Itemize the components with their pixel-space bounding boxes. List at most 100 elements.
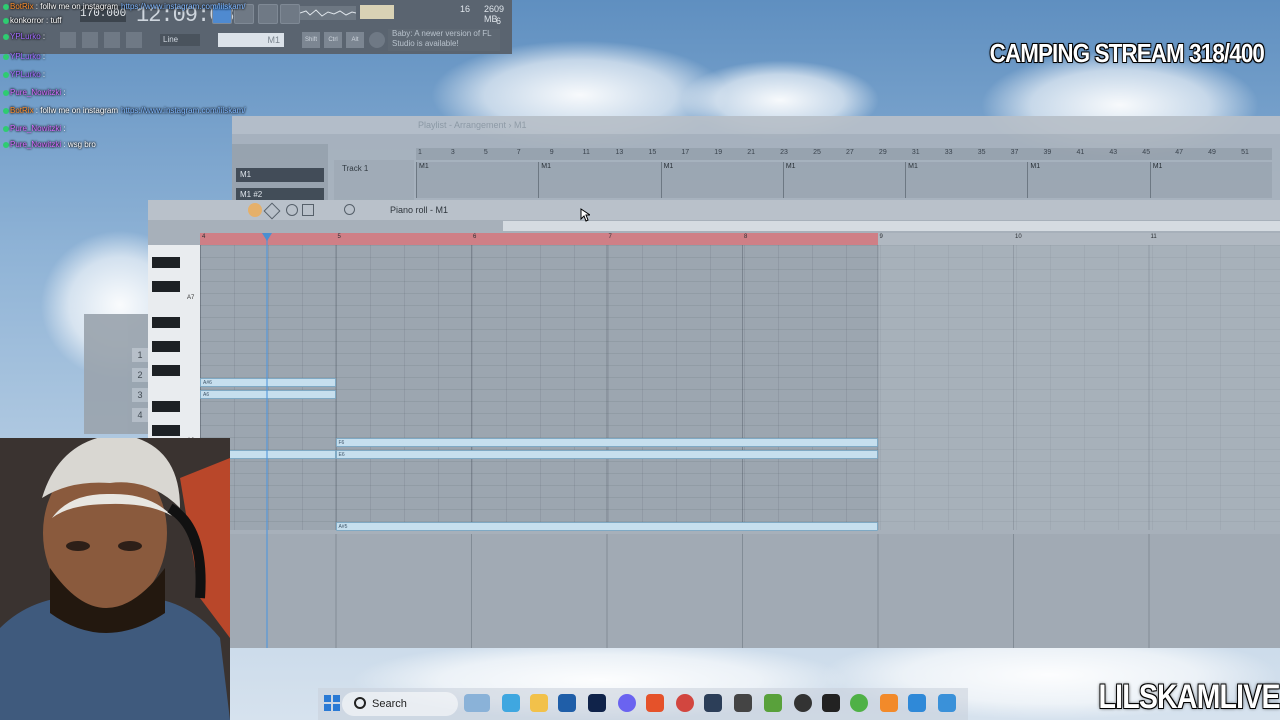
windows-start-icon[interactable]	[324, 695, 340, 711]
utorrent-icon[interactable]	[850, 694, 868, 712]
photoshop-icon[interactable]	[588, 694, 606, 712]
pattern-item[interactable]: M1	[236, 168, 324, 182]
alt-button[interactable]: Alt	[346, 32, 364, 48]
mic-icon[interactable]	[126, 32, 142, 48]
playlist-title: Playlist - Arrangement › M1	[418, 120, 527, 130]
delete-tool-icon[interactable]	[286, 204, 298, 216]
chat-message: BotRix : follw me on instagram https://ww…	[3, 2, 246, 11]
piano-roll-scrollbar[interactable]	[503, 221, 1280, 231]
note-label: E6	[338, 452, 345, 458]
playlist-clip[interactable]: M1	[538, 162, 659, 198]
play-icon[interactable]	[104, 32, 120, 48]
piano-roll-toolbar[interactable]: Piano roll - M1	[148, 200, 1280, 220]
snipping-tool-icon[interactable]	[908, 694, 926, 712]
black-key[interactable]	[152, 281, 180, 292]
widgets-icon[interactable]	[464, 694, 490, 712]
capcut-icon[interactable]	[822, 694, 840, 712]
ruler-tick: 39	[1043, 149, 1052, 156]
black-key[interactable]	[152, 365, 180, 376]
online-icon[interactable]	[369, 32, 385, 48]
black-key[interactable]	[152, 341, 180, 352]
note-grid[interactable]: A#6A6F6E6E6A#5	[200, 245, 1280, 531]
file-explorer-icon[interactable]	[530, 694, 548, 712]
shift-button[interactable]: Shift	[302, 32, 320, 48]
velocity-panel[interactable]	[200, 534, 1280, 648]
playlist-ruler[interactable]: 1 3 5 7 9 11 13 15 17 19 21 23 25 27 29 31 33 35 37 39 41 43 4…	[416, 148, 1272, 160]
black-key[interactable]	[152, 425, 180, 436]
master-volume-meter[interactable]	[360, 5, 394, 19]
chat-username: Pure_Nowitzki	[10, 88, 62, 97]
playlist-clip[interactable]: M1	[1027, 162, 1148, 198]
chat-link[interactable]: https://www.instagram.com/lilskam/	[121, 106, 245, 115]
ruler-tick: 45	[1142, 149, 1151, 156]
pattern-selector[interactable]: M1	[218, 33, 284, 47]
channel-button[interactable]: 1	[132, 348, 148, 362]
snap-icon[interactable]	[60, 32, 76, 48]
playlist-clip[interactable]: M1	[660, 162, 782, 198]
steam-icon[interactable]	[704, 694, 722, 712]
chat-username: YPLurko	[10, 32, 41, 41]
draw-tool-icon[interactable]	[248, 203, 262, 217]
waveform-monitor	[299, 6, 357, 20]
track-header[interactable]: Track 1	[334, 160, 414, 200]
ruler-tick: 13	[615, 149, 624, 156]
metronome-button[interactable]	[280, 4, 300, 24]
hint-title: Baby	[392, 29, 411, 38]
4k-downloader-icon[interactable]	[794, 694, 812, 712]
ctrl-button[interactable]: Ctrl	[324, 32, 342, 48]
channel-button[interactable]: 4	[132, 408, 148, 422]
mixer-icon[interactable]	[82, 32, 98, 48]
store-icon[interactable]	[558, 694, 576, 712]
chat-username: Pure_Nowitzki	[10, 140, 62, 149]
black-key[interactable]	[152, 401, 180, 412]
playhead-marker-icon[interactable]	[262, 233, 272, 241]
midi-note[interactable]: F6	[335, 438, 878, 447]
ruler-tick: 23	[780, 149, 788, 156]
fl-studio-icon[interactable]	[880, 694, 898, 712]
chat-badge-icon	[3, 125, 9, 132]
playlist-titlebar[interactable]: Playlist - Arrangement › M1	[232, 116, 1280, 134]
minecraft-icon[interactable]	[764, 694, 782, 712]
midi-note[interactable]: E6	[335, 450, 878, 459]
windows-taskbar: Search	[318, 688, 968, 720]
midi-note[interactable]: A#5	[335, 522, 878, 531]
ruler-tick: 7	[608, 234, 612, 240]
stream-title: CAMPING STREAM 318/400	[989, 38, 1265, 68]
playlist-clip[interactable]: M1	[782, 162, 904, 198]
pattern-picker: M1 M1 #2	[232, 144, 328, 206]
chat-username: BotRix	[10, 2, 34, 11]
chrome-icon[interactable]	[676, 694, 694, 712]
app-icon[interactable]	[734, 694, 752, 712]
channel-button[interactable]: 3	[132, 388, 148, 402]
playlist-clip[interactable]: M1	[905, 162, 1026, 198]
playlist-clip[interactable]: M1	[1149, 162, 1271, 198]
chat-username: konkorror	[10, 16, 44, 25]
playhead[interactable]	[266, 233, 268, 648]
black-key[interactable]	[152, 317, 180, 328]
channel-button[interactable]: 2	[132, 368, 148, 382]
chat-badge-icon	[3, 3, 9, 10]
loop-record-button[interactable]	[258, 4, 278, 24]
discord-icon[interactable]	[618, 694, 636, 712]
chat-message: YPLurko :	[3, 70, 45, 79]
chat-link[interactable]: https://www.instagram.com/lilskam/	[121, 2, 245, 11]
notepad-icon[interactable]	[938, 694, 956, 712]
brave-icon[interactable]	[646, 694, 664, 712]
snap-select[interactable]: Line	[160, 34, 200, 46]
piano-roll-ruler[interactable]: 4 5 6 7 8 9 10 11	[200, 233, 1280, 245]
playlist-window: Playlist - Arrangement › M1 M1 M1 #2 135…	[232, 116, 1280, 208]
taskbar-search-box[interactable]: Search	[342, 692, 458, 716]
piano-roll-title: Piano roll - M1	[390, 205, 449, 215]
select-tool-icon[interactable]	[302, 204, 314, 216]
chat-message: BotRix : follw me on instagram https://ww…	[3, 106, 246, 115]
ruler-tick: 1	[418, 149, 422, 156]
ruler-tick: 19	[714, 149, 723, 156]
channel-name: LILSKAMLIVE	[1098, 678, 1280, 716]
loop-region[interactable]	[200, 233, 878, 245]
paint-tool-icon[interactable]	[263, 202, 281, 220]
ruler-tick: 9	[879, 234, 883, 240]
zoom-tool-icon[interactable]	[344, 204, 355, 215]
black-key[interactable]	[152, 257, 180, 268]
copilot-icon[interactable]	[502, 694, 520, 712]
playlist-clip[interactable]: M1	[416, 162, 537, 198]
